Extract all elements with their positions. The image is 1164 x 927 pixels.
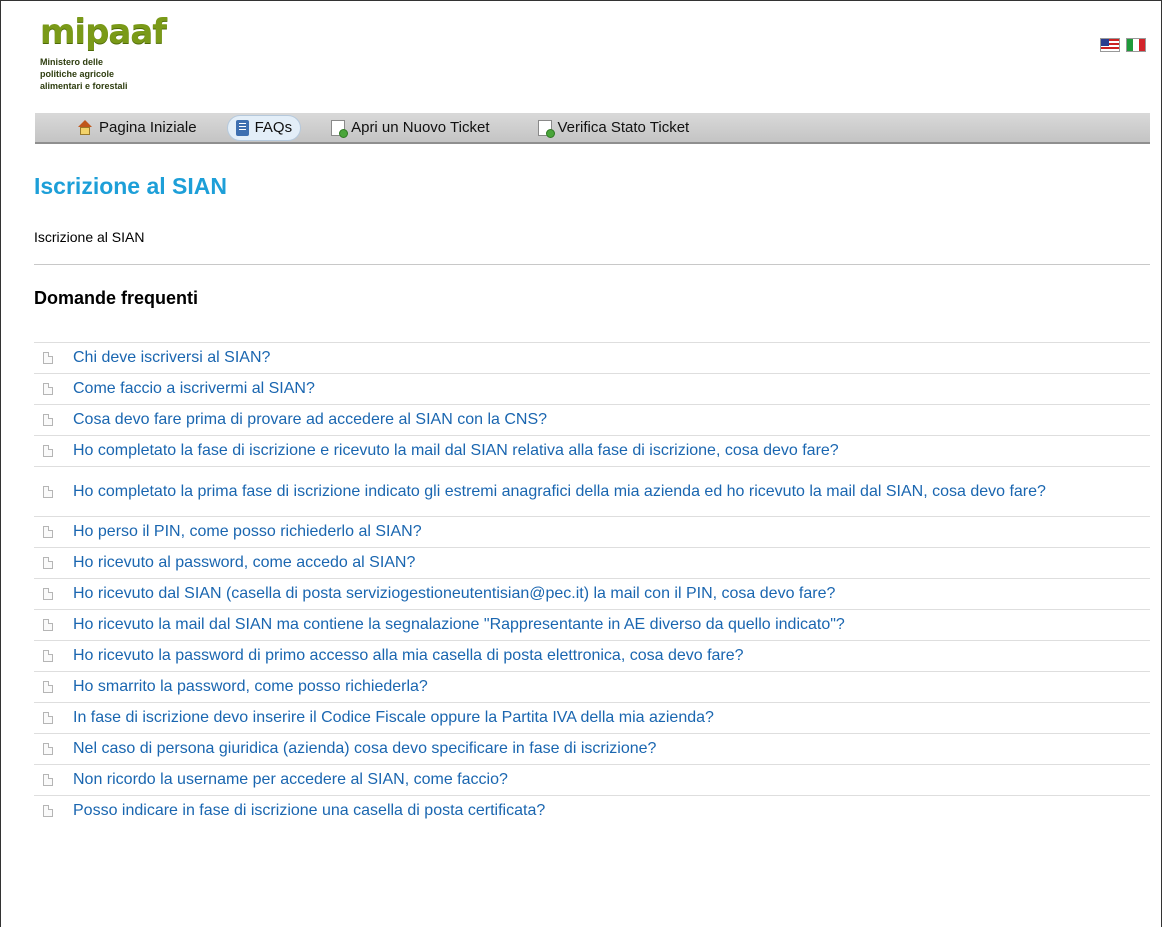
logo-wordmark: mipaaf <box>40 12 167 52</box>
faq-link[interactable]: Non ricordo la username per accedere al … <box>73 771 508 789</box>
language-switcher <box>1100 38 1146 52</box>
faq-item: Posso indicare in fase di iscrizione una… <box>34 795 1150 826</box>
nav-new-ticket[interactable]: Apri un Nuovo Ticket <box>323 116 497 140</box>
document-icon <box>43 650 53 662</box>
faq-item: Chi deve iscriversi al SIAN? <box>34 342 1150 373</box>
document-icon <box>43 383 53 395</box>
book-icon <box>235 119 249 136</box>
document-icon <box>43 774 53 786</box>
faq-item: Ho completato la prima fase di iscrizion… <box>34 466 1150 516</box>
faq-item: Come faccio a iscrivermi al SIAN? <box>34 373 1150 404</box>
document-icon <box>43 805 53 817</box>
document-icon <box>43 619 53 631</box>
logo-subtitle-line: politiche agricole <box>40 69 115 79</box>
main-navbar: Pagina Iniziale FAQs Apri un Nuovo Ticke… <box>35 113 1150 144</box>
faq-link[interactable]: In fase di iscrizione devo inserire il C… <box>73 709 714 727</box>
document-icon <box>43 681 53 693</box>
faq-item: In fase di iscrizione devo inserire il C… <box>34 702 1150 733</box>
italian-flag-icon[interactable] <box>1126 38 1146 52</box>
new-ticket-icon <box>331 119 349 138</box>
page-title: Iscrizione al SIAN <box>34 173 228 199</box>
document-icon <box>43 588 53 600</box>
english-flag-icon[interactable] <box>1100 38 1120 52</box>
faq-item: Ho ricevuto al password, come accedo al … <box>34 547 1150 578</box>
document-icon <box>43 712 53 724</box>
nav-check-ticket[interactable]: Verifica Stato Ticket <box>530 116 698 140</box>
check-ticket-icon <box>537 119 555 138</box>
nav-faqs-label: FAQs <box>254 119 293 136</box>
nav-home-label: Pagina Iniziale <box>99 119 197 136</box>
document-icon <box>43 445 53 457</box>
faq-item: Ho ricevuto dal SIAN (casella di posta s… <box>34 578 1150 609</box>
faq-item: Cosa devo fare prima di provare ad acced… <box>34 404 1150 435</box>
faq-link[interactable]: Ho completato la fase di iscrizione e ri… <box>73 442 839 460</box>
home-icon <box>77 119 93 136</box>
document-icon <box>43 557 53 569</box>
logo-subtitle-line: alimentari e forestali <box>40 81 128 91</box>
faq-list: Chi deve iscriversi al SIAN? Come faccio… <box>34 342 1150 826</box>
nav-new-ticket-label: Apri un Nuovo Ticket <box>351 119 490 136</box>
faq-item: Ho completato la fase di iscrizione e ri… <box>34 435 1150 466</box>
mipaaf-logo[interactable]: mipaaf Ministero delle politiche agricol… <box>40 12 167 92</box>
section-title: Domande frequenti <box>34 288 199 308</box>
nav-faqs[interactable]: FAQs <box>226 114 302 141</box>
document-icon <box>43 485 53 498</box>
faq-item: Ho ricevuto la password di primo accesso… <box>34 640 1150 671</box>
document-icon <box>43 526 53 538</box>
document-icon <box>43 352 53 364</box>
faq-link[interactable]: Ho ricevuto dal SIAN (casella di posta s… <box>73 585 835 603</box>
faq-link[interactable]: Ho ricevuto la password di primo accesso… <box>73 647 744 665</box>
faq-link[interactable]: Cosa devo fare prima di provare ad acced… <box>73 411 547 429</box>
faq-link[interactable]: Ho ricevuto al password, come accedo al … <box>73 554 415 572</box>
faq-link[interactable]: Come faccio a iscrivermi al SIAN? <box>73 380 315 398</box>
faq-item: Non ricordo la username per accedere al … <box>34 764 1150 795</box>
faq-link[interactable]: Posso indicare in fase di iscrizione una… <box>73 802 545 820</box>
faq-item: Ho ricevuto la mail dal SIAN ma contiene… <box>34 609 1150 640</box>
faq-link[interactable]: Ho completato la prima fase di iscrizion… <box>73 483 1046 501</box>
faq-item: Nel caso di persona giuridica (azienda) … <box>34 733 1150 764</box>
logo-subtitle-line: Ministero delle <box>40 57 104 67</box>
nav-check-ticket-label: Verifica Stato Ticket <box>557 119 690 136</box>
faq-link[interactable]: Nel caso di persona giuridica (azienda) … <box>73 740 656 758</box>
faq-link[interactable]: Ho ricevuto la mail dal SIAN ma contiene… <box>73 616 845 634</box>
document-icon <box>43 414 53 426</box>
faq-item: Ho smarrito la password, come posso rich… <box>34 671 1150 702</box>
logo-subtitle: Ministero delle politiche agricole alime… <box>40 56 166 92</box>
divider <box>34 264 1150 265</box>
faq-item: Ho perso il PIN, come posso richiederlo … <box>34 516 1150 547</box>
document-icon <box>43 743 53 755</box>
faq-link[interactable]: Ho smarrito la password, come posso rich… <box>73 678 428 696</box>
nav-home[interactable]: Pagina Iniziale <box>69 116 205 140</box>
faq-link[interactable]: Chi deve iscriversi al SIAN? <box>73 349 270 367</box>
page-description: Iscrizione al SIAN <box>34 229 145 245</box>
faq-link[interactable]: Ho perso il PIN, come posso richiederlo … <box>73 523 422 541</box>
